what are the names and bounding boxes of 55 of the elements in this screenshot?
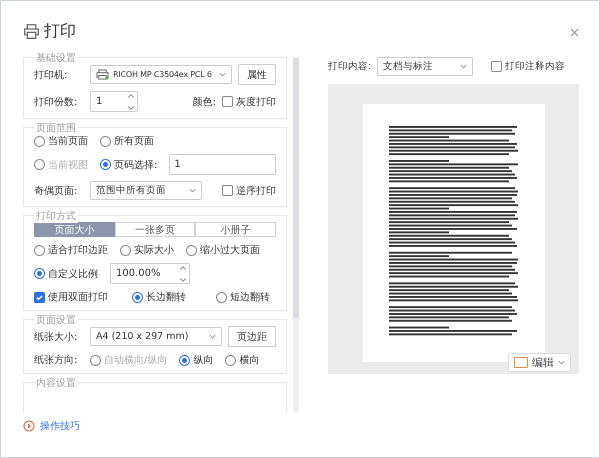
tips-link[interactable]: 操作技巧 xyxy=(23,419,80,433)
printer-select[interactable]: RICOH MP C3504ex PCL 6 xyxy=(90,65,232,84)
paper-size-label: 纸张大小: xyxy=(34,330,78,344)
caret-icon xyxy=(209,334,216,339)
page-number-field[interactable]: 1 xyxy=(169,154,276,175)
spinner-arrows-icon[interactable] xyxy=(179,264,187,284)
color-label: 颜色: xyxy=(192,96,216,108)
section-title: 基础设置 xyxy=(34,51,78,65)
orientation-label: 纸张方向: xyxy=(34,354,78,367)
dialog-title: 打印 xyxy=(44,20,76,42)
play-icon xyxy=(23,420,35,432)
reverse-checkbox[interactable]: 逆序打印 xyxy=(222,184,276,198)
range-radio[interactable]: 所有页面 xyxy=(100,134,154,148)
duplex-checkbox[interactable]: 使用双面打印 xyxy=(34,290,108,304)
copies-label: 打印份数: xyxy=(34,96,78,108)
range-radio[interactable]: 当前页面 xyxy=(34,134,88,148)
scrollbar-thumb[interactable] xyxy=(293,57,299,319)
scale-radio[interactable]: 适合打印边距 xyxy=(34,243,108,257)
close-icon[interactable] xyxy=(570,28,579,36)
odd-even-select[interactable]: 范围中所有页面 xyxy=(90,181,202,200)
annotations-checkbox[interactable]: 打印注释内容 xyxy=(491,60,566,73)
mode-tab[interactable]: 一张多页 xyxy=(114,222,196,237)
spinner-arrows-icon[interactable] xyxy=(127,92,135,112)
scale-field[interactable]: 100.00% xyxy=(110,263,190,284)
range-radio[interactable]: 页码选择: xyxy=(100,158,158,172)
checkmark-icon xyxy=(35,292,44,302)
scale-radio[interactable]: 实际大小 xyxy=(120,243,174,257)
orientation-radio[interactable]: 纵向 xyxy=(179,353,214,367)
flip-radio[interactable]: 短边翻转 xyxy=(216,290,270,304)
print-content-label: 打印内容: xyxy=(328,60,372,73)
copies-field[interactable]: 1 xyxy=(90,91,138,112)
section-title: 页面范围 xyxy=(34,121,78,135)
printer-label: 打印机: xyxy=(34,68,68,82)
flip-radio[interactable]: 长边翻转 xyxy=(132,290,186,304)
odd-even-label: 奇偶页面: xyxy=(34,184,78,198)
printer-icon xyxy=(96,69,109,80)
edit-button[interactable]: 编辑 xyxy=(508,353,571,372)
printer-icon xyxy=(23,22,40,40)
mode-tab[interactable]: 小册子 xyxy=(195,222,276,237)
caret-icon xyxy=(219,72,226,77)
section-title: 页面设置 xyxy=(34,313,78,327)
orientation-radio[interactable]: 横向 xyxy=(225,353,260,367)
section-title: 打印方式 xyxy=(34,209,78,223)
scale-radio[interactable]: 自定义比例 xyxy=(34,266,98,280)
print-content-select[interactable]: 文档与标注 xyxy=(377,57,474,76)
caret-icon xyxy=(558,360,565,365)
scale-radio[interactable]: 缩小过大页面 xyxy=(186,243,260,257)
grayscale-checkbox[interactable]: 灰度打印 xyxy=(222,94,276,108)
document-icon xyxy=(514,357,528,368)
caret-icon xyxy=(460,64,468,69)
caret-icon xyxy=(189,188,196,193)
properties-button[interactable]: 属性 xyxy=(238,64,276,85)
paper-size-select[interactable]: A4 (210 x 297 mm) xyxy=(90,327,222,346)
margins-button[interactable]: 页边距 xyxy=(228,326,276,347)
section-title: 内容设置 xyxy=(34,376,78,390)
